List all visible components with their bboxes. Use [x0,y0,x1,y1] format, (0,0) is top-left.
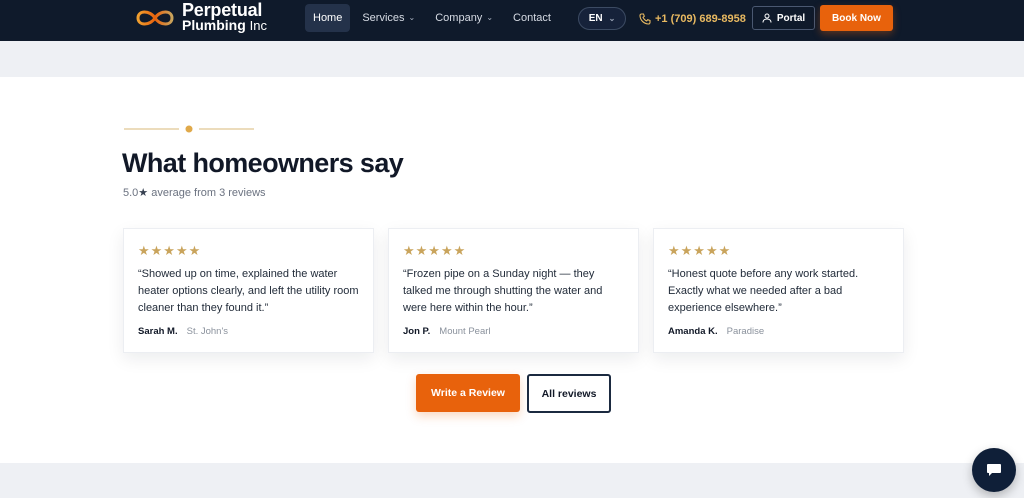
author-name: Sarah M. [138,326,178,337]
star-rating: ★★★★★ [138,243,202,258]
review-quote: “Frozen pipe on a Sunday night — they ta… [403,268,603,314]
review-author: Amanda K. Paradise [668,326,764,337]
rating-value: 5.0 [123,187,139,199]
review-quote: “Honest quote before any work started. E… [668,268,859,314]
brand-logo[interactable]: Perpetual Plumbing Inc [134,0,268,33]
user-icon [762,13,772,23]
nav-services-label: Services [362,12,405,24]
author-location: Mount Pearl [439,326,491,337]
review-author: Jon P. Mount Pearl [403,326,491,337]
brand-name: Perpetual [182,0,263,20]
nav-company-label: Company [435,12,483,24]
chevron-down-icon: ⌄ [486,13,494,22]
write-review-label: Write a Review [431,387,505,399]
phone-link[interactable]: +1 (709) 689-8958 [639,7,746,30]
book-now-label: Book Now [832,12,881,24]
review-card: ★★★★★ “Showed up on time, explained the … [123,228,374,353]
nav-contact-label: Contact [513,12,551,24]
book-now-button[interactable]: Book Now [820,5,893,31]
portal-label: Portal [776,12,806,24]
author-location: St. John's [186,326,229,337]
chat-launcher-button[interactable] [972,448,1016,492]
nav-home[interactable]: Home [305,4,351,32]
nav-services[interactable]: Services ⌄ [354,4,423,32]
all-reviews-label: All reviews [541,387,597,400]
review-author: Sarah M. St. John's [138,326,228,337]
phone-number: +1 (709) 689-8958 [655,12,746,25]
infinity-logo-icon [136,10,174,26]
nav-home-label: Home [313,12,343,24]
star-icon: ★ [138,187,149,199]
star-rating: ★★★★★ [403,243,467,258]
author-location: Paradise [726,326,765,337]
brand-suffix: Inc [249,18,268,33]
main-nav: Home Services ⌄ Company ⌄ Contact [305,4,563,32]
review-card: ★★★★★ “Honest quote before any work star… [653,228,904,353]
phone-icon [639,12,651,25]
all-reviews-button[interactable]: All reviews [527,374,611,413]
brand-name-2: Plumbing [182,17,246,33]
section-title: What homeowners say [122,148,404,178]
review-quote: “Showed up on time, explained the water … [138,268,359,314]
portal-button[interactable]: Portal [752,6,815,30]
rating-summary: 5.0★ average from 3 reviews [123,186,266,199]
nav-company[interactable]: Company ⌄ [427,4,501,32]
review-card: ★★★★★ “Frozen pipe on a Sunday night — t… [388,228,639,353]
chevron-down-icon: ⌄ [608,14,616,23]
language-selector[interactable]: EN ⌄ [578,7,626,30]
nav-contact[interactable]: Contact [505,4,559,32]
star-rating: ★★★★★ [668,243,732,258]
language-label: EN [588,13,603,24]
site-header: Perpetual Plumbing Inc Home Services ⌄ Co… [0,0,1024,41]
write-review-button[interactable]: Write a Review [416,374,520,412]
reviews-section: What homeowners say 5.0★ average from 3 … [0,77,1024,463]
rating-text: average from 3 reviews [151,187,266,199]
ornament-divider-icon [124,125,254,133]
author-name: Jon P. [403,326,431,337]
chat-bubble-icon [987,464,1001,476]
author-name: Amanda K. [668,326,718,337]
chevron-down-icon: ⌄ [408,13,416,22]
